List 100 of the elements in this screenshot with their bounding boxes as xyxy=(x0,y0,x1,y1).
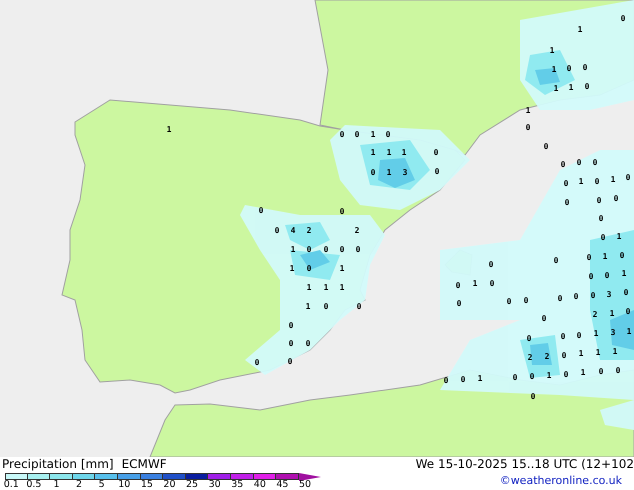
precipitation-value: 0 xyxy=(526,124,530,132)
precipitation-value: 0 xyxy=(616,367,620,375)
precipitation-value: 1 xyxy=(290,246,296,254)
precipitation-value: 0 xyxy=(564,199,570,207)
precipitation-value: 0 xyxy=(596,197,602,205)
precipitation-value: 0 xyxy=(258,207,264,215)
precipitation-value: 0 xyxy=(506,298,512,306)
precipitation-value: 1 xyxy=(546,372,552,380)
precipitation-value: 1 xyxy=(578,26,582,34)
precipitation-value: 1 xyxy=(578,178,584,186)
precipitation-value: 0 xyxy=(624,289,628,297)
legend-tick: 0.5 xyxy=(25,480,42,490)
precipitation-value: 0 xyxy=(544,143,548,151)
precipitation-value: 0 xyxy=(434,168,440,176)
precipitation-value: 1 xyxy=(370,131,376,139)
legend-tick: 50 xyxy=(298,480,312,490)
precipitation-value: 0 xyxy=(620,252,624,260)
precipitation-value: 1 xyxy=(610,310,614,318)
precipitation-value: 1 xyxy=(478,375,482,383)
precipitation-value: 1 xyxy=(596,349,600,357)
precipitation-value: 3 xyxy=(610,329,616,337)
precipitation-value: 0 xyxy=(592,159,598,167)
legend-tick: 5 xyxy=(98,480,106,490)
legend-arrow-icon xyxy=(298,472,321,480)
precipitation-value: 0 xyxy=(586,254,592,262)
precipitation-value: 0 xyxy=(530,393,536,401)
precipitation-value: 0 xyxy=(564,180,568,188)
precipitation-value: 0 xyxy=(588,273,594,281)
precipitation-value: 1 xyxy=(612,348,618,356)
precipitation-value: 0 xyxy=(512,374,518,382)
precipitation-value: 0 xyxy=(530,373,534,381)
precipitation-value: 1 xyxy=(616,233,622,241)
precipitation-value: 0 xyxy=(524,297,528,305)
precipitation-value: 0 xyxy=(488,261,494,269)
precipitation-value: 0 xyxy=(254,359,260,367)
precipitation-value: 1 xyxy=(602,253,608,261)
precipitation-value: 0 xyxy=(306,340,310,348)
precipitation-value: 1 xyxy=(552,66,556,74)
precipitation-value: 1 xyxy=(580,369,586,377)
precipitation-value: 1 xyxy=(622,270,626,278)
precipitation-value: 0 xyxy=(460,376,466,384)
precipitation-value: 1 xyxy=(370,149,376,157)
precipitation-value: 0 xyxy=(288,340,294,348)
precipitation-value: 0 xyxy=(274,227,280,235)
precipitation-value: 1 xyxy=(324,284,328,292)
precipitation-value: 0 xyxy=(562,352,566,360)
precipitation-value: 0 xyxy=(576,332,582,340)
precipitation-value: 0 xyxy=(324,246,328,254)
precipitation-value: 0 xyxy=(558,295,562,303)
precipitation-value: 1 xyxy=(306,303,310,311)
precipitation-value: 0 xyxy=(584,83,590,91)
precipitation-value: 0 xyxy=(574,293,578,301)
legend-tick: 40 xyxy=(252,480,267,490)
model-name: ECMWF xyxy=(122,457,167,471)
precipitation-value: 1 xyxy=(166,126,172,134)
precipitation-value: 0 xyxy=(288,322,294,330)
precipitation-value: 0 xyxy=(444,377,448,385)
precipitation-value: 0 xyxy=(456,300,462,308)
precipitation-value: 1 xyxy=(306,284,312,292)
legend-tick: 20 xyxy=(162,480,176,490)
precipitation-value: 1 xyxy=(402,149,406,157)
precipitation-value: 2 xyxy=(528,354,532,362)
precipitation-value: 1 xyxy=(340,265,344,273)
precipitation-value: 2 xyxy=(592,311,598,319)
precipitation-value: 0 xyxy=(614,195,618,203)
legend-tick: 2 xyxy=(75,480,84,490)
precipitation-value: 0 xyxy=(434,149,438,157)
legend-tick: 1 xyxy=(52,480,60,490)
legend-tick: 30 xyxy=(208,480,222,490)
legend-tick: 25 xyxy=(185,480,200,490)
precipitation-value: 0 xyxy=(604,272,610,280)
precipitation-value: 1 xyxy=(340,284,344,292)
precipitation-value: 1 xyxy=(386,149,392,157)
credit-link[interactable]: ©weatheronline.co.uk xyxy=(500,474,634,488)
precipitation-value: 1 xyxy=(568,84,574,92)
precipitation-value: 0 xyxy=(626,308,630,316)
precipitation-value: 0 xyxy=(340,208,344,216)
precipitation-value: 4 xyxy=(290,227,296,235)
precipitation-value: 3 xyxy=(402,169,408,177)
precipitation-value: 0 xyxy=(542,315,546,323)
precipitation-value: 0 xyxy=(594,178,600,186)
precipitation-value: 0 xyxy=(340,131,344,139)
precipitation-value: 0 xyxy=(324,303,328,311)
precipitation-value: 0 xyxy=(582,64,588,72)
precipitation-value: 1 xyxy=(386,169,392,177)
precipitation-value: 0 xyxy=(554,257,558,265)
precipitation-value: 1 xyxy=(550,47,554,55)
precipitation-value: 0 xyxy=(576,159,582,167)
precipitation-value: 0 xyxy=(590,292,596,300)
precipitation-value: 1 xyxy=(472,280,478,288)
legend-tick: 45 xyxy=(275,480,290,490)
precipitation-value: 0 xyxy=(564,371,568,379)
precipitation-value: 0 xyxy=(566,65,572,73)
precipitation-value: 1 xyxy=(610,176,616,184)
precipitation-value: 0 xyxy=(386,131,390,139)
precipitation-value: 1 xyxy=(290,265,294,273)
precipitation-value: 1 xyxy=(578,350,584,358)
valid-time: We 15-10-2025 15..18 UTC (12+102 xyxy=(416,457,634,471)
precipitation-value: 0 xyxy=(354,131,360,139)
precipitation-value: 0 xyxy=(560,161,566,169)
